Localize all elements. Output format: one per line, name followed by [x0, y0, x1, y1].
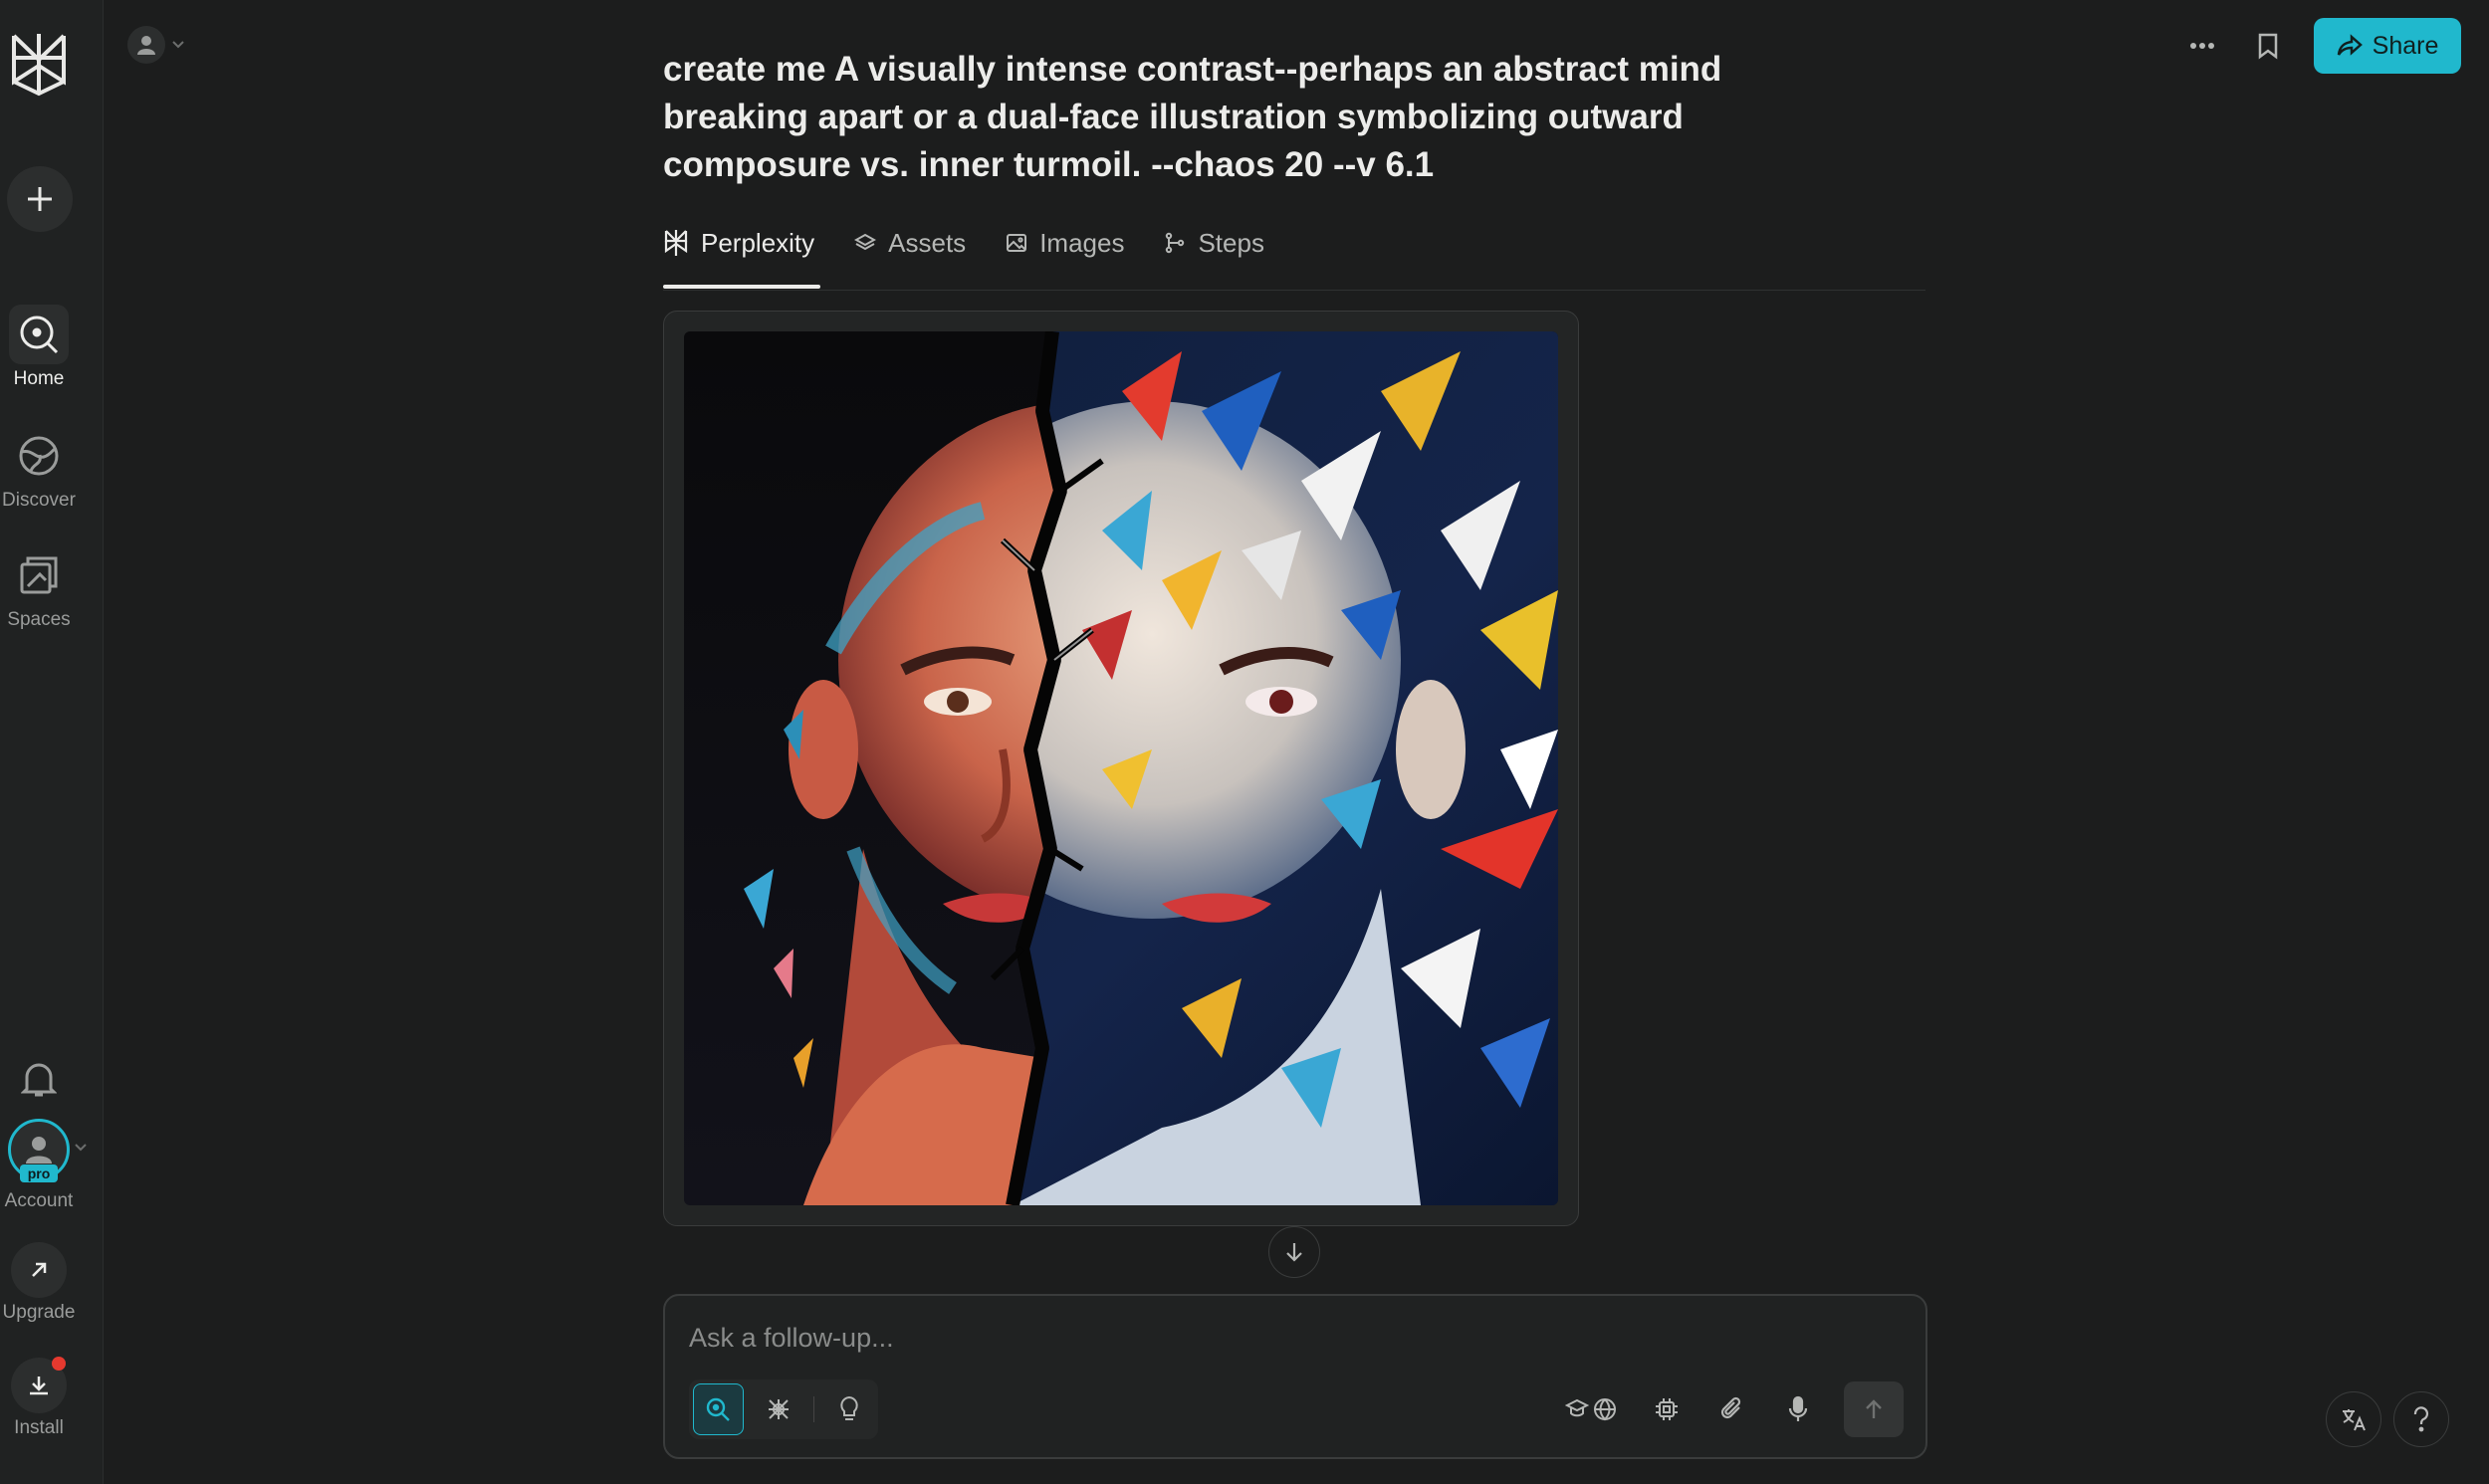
sidebar-item-spaces[interactable]: Spaces [0, 545, 78, 631]
voice-input-button[interactable] [1778, 1389, 1818, 1429]
language-button[interactable] [2326, 1391, 2381, 1447]
tab-label: Steps [1198, 227, 1264, 258]
follow-up-input[interactable] [689, 1318, 1884, 1358]
new-thread-button[interactable] [7, 166, 73, 232]
install-label: Install [14, 1417, 64, 1438]
notifications-button[interactable] [0, 1049, 78, 1109]
notification-dot [52, 1357, 66, 1371]
generated-image[interactable] [684, 331, 1558, 1205]
tab-perplexity[interactable]: Perplexity [663, 221, 814, 265]
academic-globe-icon [1565, 1398, 1616, 1421]
layers-icon [854, 233, 877, 251]
model-selector-button[interactable] [1647, 1389, 1687, 1429]
research-mode-button[interactable] [754, 1383, 803, 1435]
sidebar-item-label: Home [13, 368, 65, 389]
perplexity-icon [664, 230, 688, 256]
search-icon [9, 305, 69, 364]
share-label: Share [2372, 31, 2439, 60]
bookmark-icon[interactable] [2248, 26, 2288, 66]
tab-label: Perplexity [701, 227, 815, 258]
sources-button[interactable] [1565, 1389, 1621, 1429]
lightbulb-icon [840, 1395, 858, 1420]
question-mark-icon [2413, 1406, 2429, 1432]
tab-label: Assets [888, 227, 967, 258]
upgrade-label: Upgrade [2, 1302, 76, 1323]
tab-label: Images [1039, 227, 1125, 258]
pro-badge: pro [20, 1165, 58, 1182]
paperclip-icon [1720, 1396, 1741, 1419]
cpu-icon [1656, 1398, 1678, 1420]
submit-button[interactable] [1844, 1381, 1904, 1437]
perplexity-logo-icon[interactable] [8, 30, 70, 98]
sidebar: Home Discover Spaces pro Account Upgrade [0, 0, 104, 1484]
arrow-up-icon [1866, 1399, 1882, 1418]
spaces-icon [9, 545, 69, 605]
microphone-icon [1788, 1395, 1808, 1421]
user-icon [26, 1137, 52, 1164]
account-label: Account [4, 1190, 74, 1211]
tab-images[interactable]: Images [1006, 221, 1124, 265]
plus-icon [28, 187, 52, 211]
answer-tabs: Perplexity Assets Images Steps [663, 221, 1925, 291]
arrow-up-right-icon [11, 1242, 67, 1298]
help-button[interactable] [2393, 1391, 2449, 1447]
image-icon [1007, 234, 1027, 252]
follow-up-composer [663, 1294, 1927, 1459]
globe-icon [9, 426, 69, 486]
search-mode-button[interactable] [693, 1383, 744, 1435]
user-icon [127, 26, 165, 64]
active-tab-indicator [663, 285, 820, 289]
research-icon [768, 1399, 789, 1419]
search-icon [707, 1397, 731, 1421]
attach-button[interactable] [1712, 1389, 1752, 1429]
install-button[interactable]: Install [0, 1358, 78, 1439]
query-title: create me A visually intense contrast--p… [663, 50, 1722, 184]
share-button[interactable]: Share [2314, 18, 2461, 74]
tab-assets[interactable]: Assets [854, 221, 966, 265]
search-mode-selector [689, 1379, 878, 1439]
sidebar-item-label: Discover [2, 490, 76, 511]
share-icon [2337, 34, 2363, 56]
generated-image-card[interactable] [663, 311, 1579, 1226]
header-actions: Share [2182, 18, 2461, 74]
labs-mode-button[interactable] [824, 1383, 874, 1435]
sidebar-item-label: Spaces [7, 609, 71, 630]
upgrade-button[interactable]: Upgrade [0, 1242, 78, 1324]
scroll-down-button[interactable] [1268, 1226, 1320, 1278]
sidebar-item-home[interactable]: Home [0, 305, 78, 390]
divider [812, 1396, 814, 1422]
tab-steps[interactable]: Steps [1164, 221, 1264, 265]
composer-tools [1565, 1379, 1904, 1439]
more-options-icon[interactable] [2182, 26, 2222, 66]
arrow-down-icon [1286, 1243, 1302, 1262]
steps-icon [1166, 232, 1185, 254]
translate-icon [2343, 1409, 2366, 1431]
chevron-down-icon[interactable] [74, 1143, 88, 1153]
sidebar-item-discover[interactable]: Discover [0, 426, 78, 512]
account-label-wrap: Account [0, 1186, 78, 1212]
chevron-down-icon [172, 41, 184, 49]
bell-icon [9, 1049, 69, 1109]
user-menu[interactable] [127, 26, 185, 64]
